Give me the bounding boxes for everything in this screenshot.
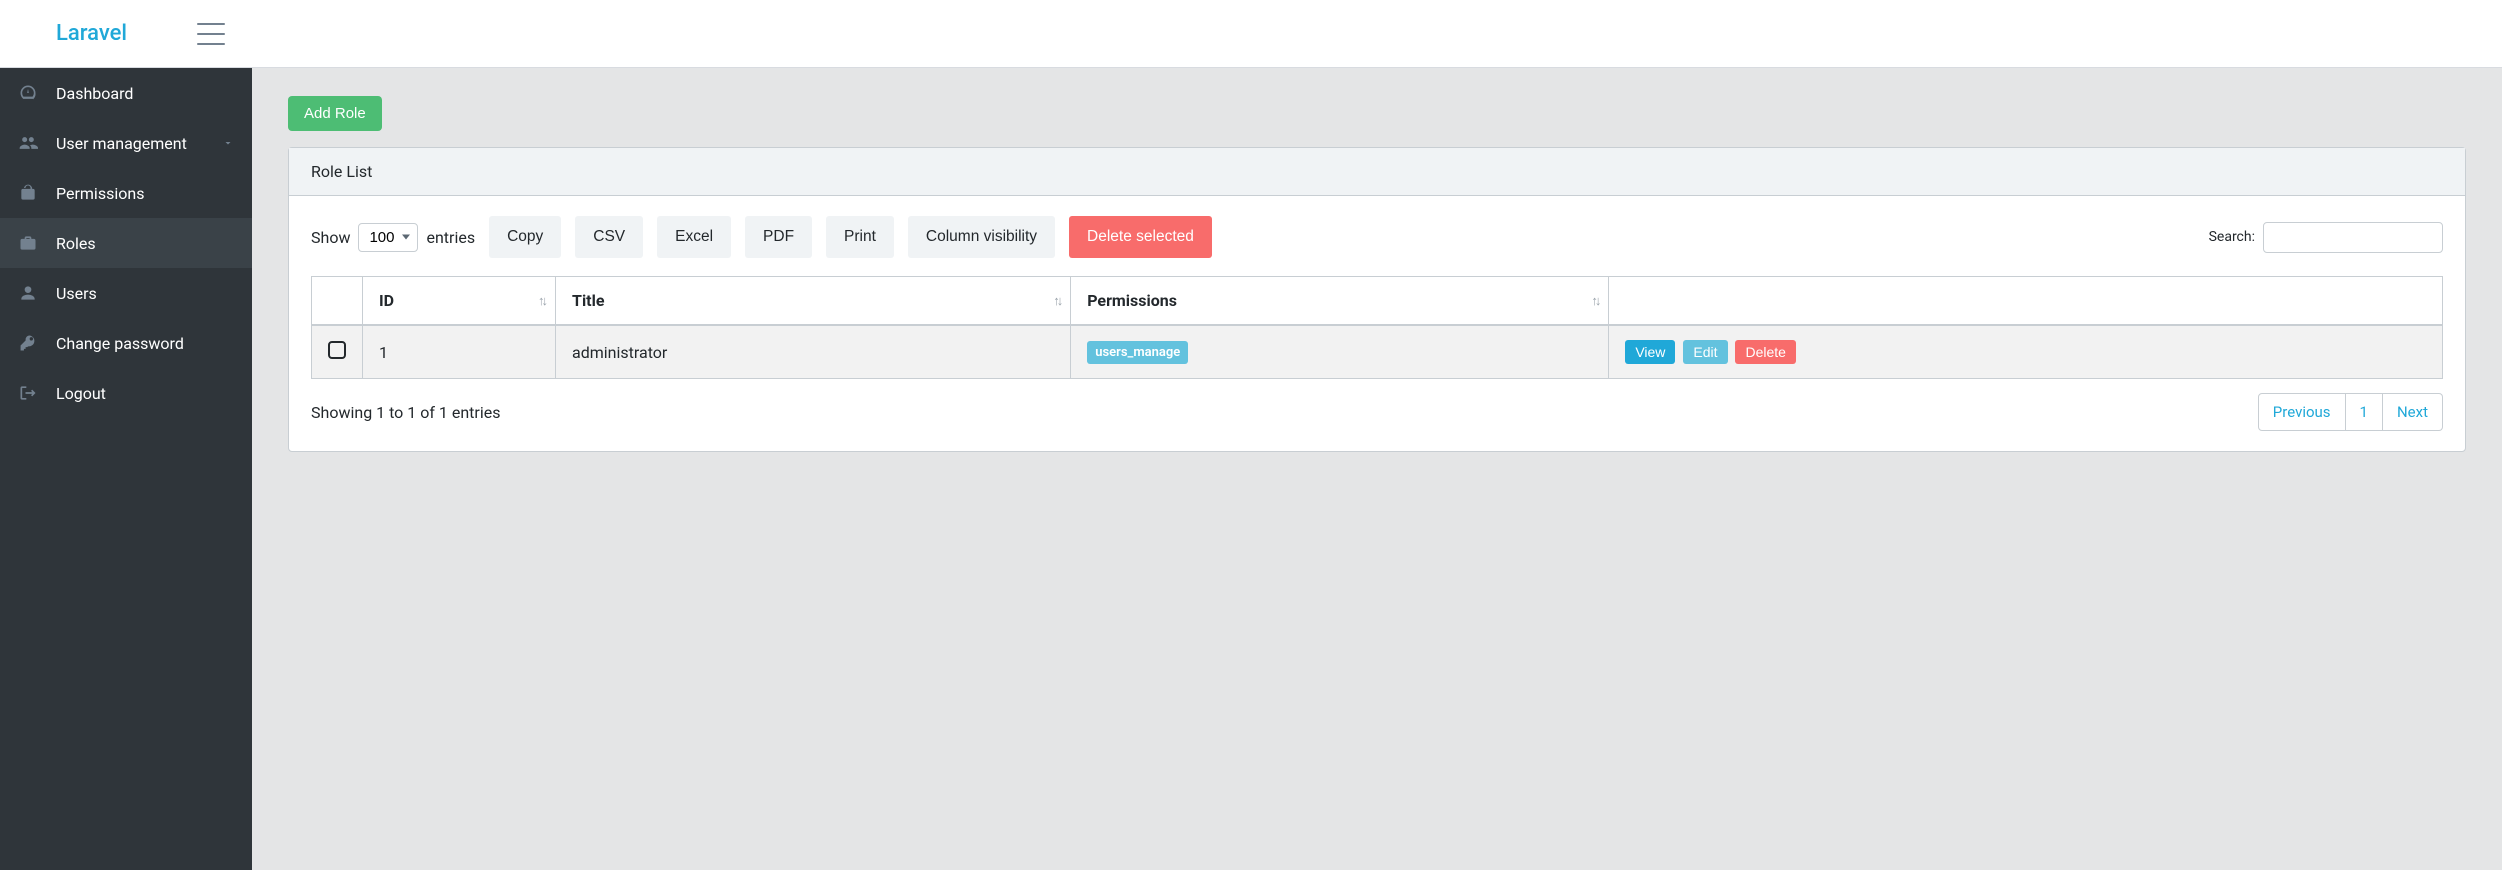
select-all-header[interactable] [312,277,363,326]
sidebar-item-permissions[interactable]: Permissions [0,168,252,218]
edit-button[interactable]: Edit [1683,340,1727,364]
card-header: Role List [289,148,2465,196]
sidebar-item-label: Change password [56,334,184,353]
gauge-icon [18,83,38,103]
table-footer: Showing 1 to 1 of 1 entries Previous 1 N… [311,393,2443,431]
csv-button[interactable]: CSV [575,216,643,258]
column-actions [1609,277,2443,326]
datatable-toolbar: Show 100 entries Copy CSV Excel PDF [311,216,2443,258]
key-icon [18,333,38,353]
sidebar: Dashboard User management Permissions Ro… [0,68,252,870]
unlock-icon [18,183,38,203]
sidebar-item-label: Logout [56,384,106,403]
column-permissions[interactable]: Permissions ↑↓ [1071,277,1609,326]
sidebar-item-label: User management [56,134,187,153]
sidebar-item-change-password[interactable]: Change password [0,318,252,368]
column-title[interactable]: Title ↑↓ [556,277,1071,326]
previous-page[interactable]: Previous [2258,393,2346,431]
column-id-label: ID [379,291,394,310]
show-label: Show [311,228,350,247]
search-label: Search: [2209,229,2255,245]
sort-icon: ↑↓ [1591,293,1598,309]
pagination: Previous 1 Next [2258,393,2443,431]
table-row: 1 administrator users_manage View Edit D… [312,325,2443,379]
sort-icon: ↑↓ [1053,293,1060,309]
add-role-button[interactable]: Add Role [288,96,382,131]
pdf-button[interactable]: PDF [745,216,812,258]
roles-table: ID ↑↓ Title ↑↓ Permissions ↑↓ [311,276,2443,379]
sidebar-item-dashboard[interactable]: Dashboard [0,68,252,118]
sidebar-item-label: Roles [56,234,96,253]
sidebar-item-label: Permissions [56,184,144,203]
logout-icon [18,383,38,403]
cell-permissions: users_manage [1071,325,1609,379]
copy-button[interactable]: Copy [489,216,561,258]
cell-actions: View Edit Delete [1609,325,2443,379]
chevron-down-icon [222,137,234,149]
print-button[interactable]: Print [826,216,894,258]
hamburger-icon[interactable] [197,23,225,45]
length-control: Show 100 entries [311,223,475,252]
delete-button[interactable]: Delete [1735,340,1795,364]
sidebar-item-roles[interactable]: Roles [0,218,252,268]
entries-label: entries [426,228,475,247]
role-list-card: Role List Show 100 entries [288,147,2466,452]
main-content: Add Role Role List Show 100 entries [252,68,2502,870]
column-permissions-label: Permissions [1087,291,1177,310]
length-select[interactable]: 100 [358,223,418,252]
column-title-label: Title [572,291,604,310]
row-checkbox[interactable] [328,341,346,359]
topbar: Laravel [0,0,2502,68]
sort-icon: ↑↓ [538,293,545,309]
search-input[interactable] [2263,222,2443,253]
cell-id: 1 [363,325,556,379]
excel-button[interactable]: Excel [657,216,731,258]
user-icon [18,283,38,303]
briefcase-icon [18,233,38,253]
view-button[interactable]: View [1625,340,1675,364]
page-1[interactable]: 1 [2346,393,2383,431]
cell-title: administrator [556,325,1071,379]
users-icon [18,133,38,153]
sidebar-item-label: Dashboard [56,84,133,103]
sidebar-item-logout[interactable]: Logout [0,368,252,418]
next-page[interactable]: Next [2383,393,2443,431]
column-visibility-button[interactable]: Column visibility [908,216,1055,258]
permission-badge: users_manage [1087,341,1188,364]
sidebar-item-label: Users [56,284,97,303]
sidebar-item-users[interactable]: Users [0,268,252,318]
brand-link[interactable]: Laravel [56,21,127,46]
sidebar-item-user-management[interactable]: User management [0,118,252,168]
column-id[interactable]: ID ↑↓ [363,277,556,326]
delete-selected-button[interactable]: Delete selected [1069,216,1212,258]
table-info: Showing 1 to 1 of 1 entries [311,403,500,422]
